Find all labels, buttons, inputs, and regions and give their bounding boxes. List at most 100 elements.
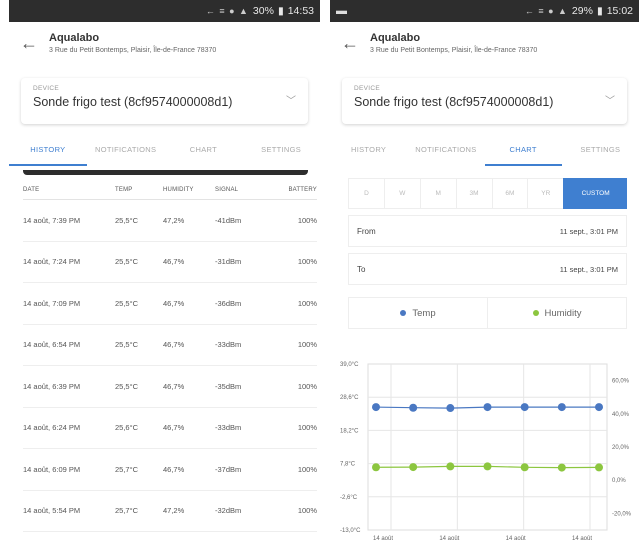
series-point-humidity — [409, 463, 418, 472]
series-point-humidity — [372, 463, 380, 472]
humidity-dot-icon — [532, 310, 539, 316]
y-right-tick-label: 20,0% — [612, 445, 630, 451]
y-left-tick-label: 18,2°C — [340, 428, 359, 434]
tab-settings[interactable]: SETTINGS — [242, 138, 320, 166]
series-point-humidity — [520, 463, 529, 472]
table-row[interactable]: 14 août, 7:24 PM 25,5°C 46,7% -31dBm 100% — [23, 241, 317, 283]
cell-signal: -31dBm — [215, 241, 269, 283]
y-right-tick-label: -20,0% — [612, 511, 632, 517]
col-temp-header: TEMP — [115, 187, 163, 200]
legend-humidity[interactable]: Humidity — [487, 298, 626, 328]
series-point-humidity — [595, 463, 603, 472]
cell-humidity: 46,7% — [163, 282, 215, 325]
table-row[interactable]: 14 août, 7:39 PM 25,5°C 47,2% -41dBm 100% — [23, 199, 317, 242]
tab-history[interactable]: HISTORY — [9, 138, 87, 166]
cell-battery: 100% — [269, 241, 317, 283]
cell-signal: -37dBm — [215, 448, 269, 491]
clock: 15:02 — [606, 5, 633, 17]
cell-signal: -33dBm — [215, 324, 269, 366]
chart-legend: Temp Humidity — [348, 297, 627, 329]
tab-notifications[interactable]: NOTIFICATIONS — [407, 138, 484, 166]
chevron-down-icon[interactable]: ﹀ — [605, 92, 615, 107]
table-row[interactable]: 14 août, 6:39 PM 25,5°C 46,7% -35dBm 100% — [23, 365, 317, 408]
tab-settings[interactable]: SETTINGS — [562, 138, 639, 166]
range-3m-button[interactable]: 3M — [455, 178, 492, 209]
legend-temp[interactable]: Temp — [349, 298, 487, 328]
table-row[interactable]: 14 août, 6:24 PM 25,6°C 46,7% -33dBm 100% — [23, 407, 317, 449]
back-arrow-icon[interactable]: ← — [9, 32, 49, 54]
back-arrow-icon[interactable]: ← — [330, 32, 370, 54]
y-left-tick-label: 28,6°C — [340, 395, 359, 401]
from-value: 11 sept., 3:01 PM — [559, 226, 618, 236]
history-screen: ← ≡ ● ▲ 30% ▮ 14:53 ← Aqualabo 3 Rue du … — [9, 0, 320, 544]
cell-humidity: 46,7% — [163, 365, 215, 408]
app-header: ← Aqualabo 3 Rue du Petit Bontemps, Plai… — [330, 22, 639, 74]
table-row[interactable]: 14 août, 5:54 PM 25,7°C 47,2% -32dBm 100% — [23, 490, 317, 532]
from-label: From — [357, 226, 376, 236]
range-m-button[interactable]: M — [419, 178, 456, 209]
cell-date: 14 août, 6:54 PM — [23, 324, 115, 366]
cell-date: 14 août, 5:54 PM — [23, 490, 115, 532]
tab-history[interactable]: HISTORY — [330, 138, 407, 166]
tab-bar: HISTORY NOTIFICATIONS CHART SETTINGS — [330, 138, 639, 166]
cell-signal: -35dBm — [215, 365, 269, 408]
tab-chart[interactable]: CHART — [484, 138, 562, 166]
battery-percent: 30% — [252, 5, 274, 17]
from-date-field[interactable]: From 11 sept., 3:01 PM — [348, 215, 627, 247]
cell-humidity: 46,7% — [163, 448, 215, 491]
device-selector[interactable]: DEVICE Sonde frigo test (8cf9574000008d1… — [342, 78, 627, 124]
chevron-down-icon[interactable]: ﹀ — [286, 92, 296, 107]
table-row[interactable]: 14 août, 7:09 PM 25,5°C 46,7% -36dBm 100% — [23, 282, 317, 325]
battery-icon: ▮ — [277, 5, 284, 17]
range-w-button[interactable]: W — [383, 178, 420, 209]
tab-notifications[interactable]: NOTIFICATIONS — [87, 138, 165, 166]
device-selector[interactable]: DEVICE Sonde frigo test (8cf9574000008d1… — [21, 78, 308, 124]
tab-bar: HISTORY NOTIFICATIONS CHART SETTINGS — [9, 138, 320, 166]
app-header: ← Aqualabo 3 Rue du Petit Bontemps, Plai… — [9, 22, 320, 74]
x-tick-label: 14 août — [439, 536, 459, 542]
status-icons: ← ≡ ● ▲ — [524, 6, 568, 16]
history-table: DATE TEMP HUMIDITY SIGNAL BATTERY 14 aoû… — [23, 187, 317, 532]
range-custom-button[interactable]: CUSTOM — [563, 178, 628, 209]
series-point-temp — [409, 403, 418, 412]
table-row[interactable]: 14 août, 6:09 PM 25,7°C 46,7% -37dBm 100% — [23, 448, 317, 491]
y-left-tick-label: 39,0°C — [340, 362, 359, 368]
device-value: Sonde frigo test (8cf9574000008d1) — [354, 95, 554, 109]
temp-humidity-chart: 39,0°C 28,6°C 18,2°C 7,8°C -2,6°C -13,0°C 60,0… — [340, 362, 632, 542]
series-point-temp — [595, 403, 603, 412]
cell-date: 14 août, 7:09 PM — [23, 282, 115, 325]
to-value: 11 sept., 3:01 PM — [559, 264, 618, 274]
cell-temp: 25,5°C — [115, 282, 163, 325]
cell-battery: 100% — [269, 282, 317, 325]
cell-battery: 100% — [269, 199, 317, 242]
x-tick-label: 14 août — [373, 536, 393, 542]
cell-date: 14 août, 6:39 PM — [23, 365, 115, 408]
cell-temp: 25,5°C — [115, 199, 163, 242]
table-row[interactable]: 14 août, 6:54 PM 25,5°C 46,7% -33dBm 100% — [23, 324, 317, 366]
battery-percent: 29% — [571, 5, 593, 17]
temp-dot-icon — [400, 310, 407, 316]
chart-screen: ▬ ← ≡ ● ▲ 29% ▮ 15:02 ← Aqualabo 3 Rue d… — [330, 0, 639, 544]
cell-battery: 100% — [269, 324, 317, 366]
range-6m-button[interactable]: 6M — [491, 178, 528, 209]
range-d-button[interactable]: D — [348, 178, 384, 209]
cell-signal: -33dBm — [215, 407, 269, 449]
battery-icon: ▮ — [596, 5, 603, 17]
cell-humidity: 46,7% — [163, 407, 215, 449]
series-point-temp — [520, 403, 529, 412]
tab-chart[interactable]: CHART — [165, 138, 243, 166]
cell-signal: -41dBm — [215, 199, 269, 242]
y-right-tick-label: 60,0% — [612, 379, 630, 385]
col-signal-header: SIGNAL — [215, 187, 269, 200]
to-date-field[interactable]: To 11 sept., 3:01 PM — [348, 253, 627, 285]
cell-humidity: 46,7% — [163, 324, 215, 366]
range-yr-button[interactable]: YR — [527, 178, 564, 209]
to-label: To — [357, 264, 366, 274]
page-title: Aqualabo — [370, 32, 421, 44]
cell-temp: 25,7°C — [115, 490, 163, 532]
cell-temp: 25,5°C — [115, 324, 163, 366]
chart-plot-frame — [367, 363, 608, 531]
cell-battery: 100% — [269, 490, 317, 532]
message-icon: ▬ — [336, 5, 347, 17]
cell-date: 14 août, 7:24 PM — [23, 241, 115, 283]
